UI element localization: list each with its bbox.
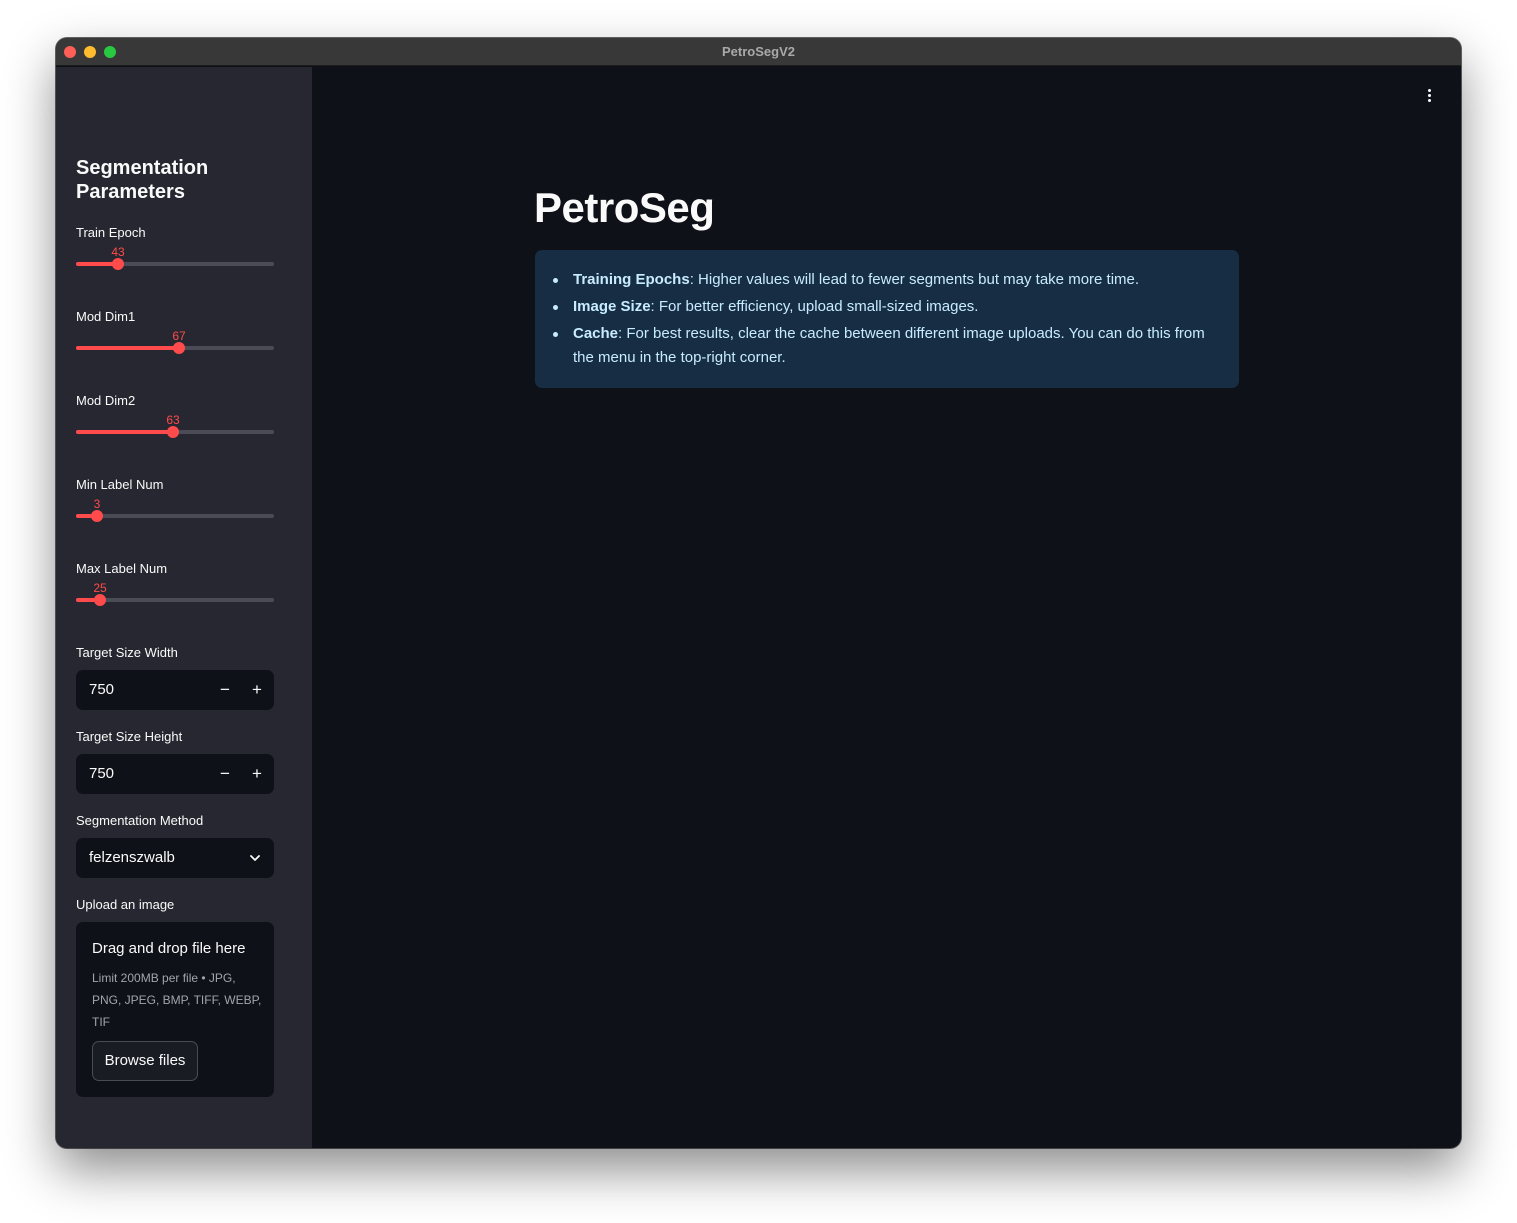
upload-label: Upload an image [76,897,175,912]
min-label-num-label: Min Label Num [76,477,164,492]
increment-width-button[interactable]: + [242,670,272,710]
slider-fill [76,430,173,434]
segmentation-method-value: felzenszwalb [89,849,175,866]
train-epoch-slider[interactable]: 43 [76,245,274,275]
mod-dim2-slider[interactable]: 63 [76,413,274,443]
segmentation-method-label: Segmentation Method [76,813,204,828]
train-epoch-label: Train Epoch [76,225,146,240]
info-item-training-epochs: Training Epochs: Higher values will lead… [553,268,1213,292]
min-label-num-slider[interactable]: 3 [76,497,274,527]
info-item-cache: Cache: For best results, clear the cache… [553,322,1213,370]
target-width-input[interactable]: 750 − + [76,670,274,710]
upload-limit-text: Limit 200MB per file • JPG, PNG, JPEG, B… [92,971,262,1029]
target-width-value[interactable]: 750 [89,670,114,710]
info-item-term: Image Size [573,298,651,315]
slider-thumb[interactable] [173,342,185,354]
decrement-width-button[interactable]: − [210,670,240,710]
slider-fill [76,346,179,350]
target-height-label: Target Size Height [76,729,183,744]
mod-dim2-label: Mod Dim2 [76,393,136,408]
slider-value: 63 [166,413,180,427]
kebab-menu-icon[interactable] [1421,87,1437,105]
slider-value: 43 [111,245,125,259]
page-title: PetroSeg [534,184,715,231]
target-width-label: Target Size Width [76,645,178,660]
info-item-term: Training Epochs [573,271,690,288]
slider-value: 25 [93,581,107,595]
info-item-text: : Higher values will lead to fewer segme… [689,271,1140,288]
drag-drop-text: Drag and drop file here [92,940,246,957]
sidebar: Segmentation Parameters Train Epoch 43 M… [56,67,312,1148]
info-item-text: : For better efficiency, upload small-si… [650,298,979,315]
slider-value: 67 [172,329,186,343]
info-alert: Training Epochs: Higher values will lead… [535,250,1239,388]
chevron-down-icon [250,855,260,861]
mod-dim1-label: Mod Dim1 [76,309,136,324]
segmentation-method-select[interactable]: felzenszwalb [76,838,274,878]
slider-thumb[interactable] [94,594,106,606]
max-label-num-label: Max Label Num [76,561,168,576]
slider-thumb[interactable] [167,426,179,438]
app-window: PetroSegV2 Segmentation Parameters Train… [56,38,1461,1148]
info-list: Training Epochs: Higher values will lead… [553,268,1213,373]
target-height-value[interactable]: 750 [89,754,114,794]
sidebar-title: Segmentation Parameters [76,157,209,203]
browse-files-button[interactable]: Browse files [92,1041,198,1081]
slider-track[interactable] [76,514,274,518]
increment-height-button[interactable]: + [242,754,272,794]
main-content: PetroSeg Training Epochs: Higher values … [312,67,1461,1148]
target-height-input[interactable]: 750 − + [76,754,274,794]
info-item-image-size: Image Size: For better efficiency, uploa… [553,295,1213,319]
window-title: PetroSegV2 [722,44,795,59]
decrement-height-button[interactable]: − [210,754,240,794]
slider-thumb[interactable] [91,510,103,522]
slider-value: 3 [93,497,101,511]
max-label-num-slider[interactable]: 25 [76,581,274,611]
mod-dim1-slider[interactable]: 67 [76,329,274,359]
info-item-term: Cache [573,325,619,342]
title-bar: PetroSegV2 [56,38,1461,66]
slider-thumb[interactable] [112,258,124,270]
file-dropzone[interactable]: Drag and drop file here Limit 200MB per … [76,922,274,1097]
info-item-text: : For best results, clear the cache betw… [573,325,1205,366]
